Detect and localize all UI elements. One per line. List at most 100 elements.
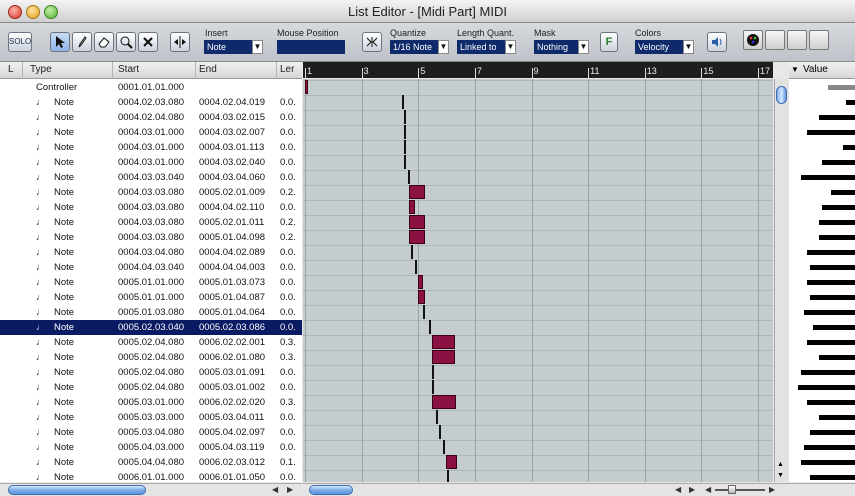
note-event[interactable] (408, 170, 411, 184)
list-row[interactable]: ♩ Note 0004.03.03.080 0005.01.04.098 0.2. (0, 230, 302, 245)
colors-dropdown-arrow[interactable]: ▼ (683, 40, 694, 54)
list-row[interactable]: ♩ Note 0005.03.03.000 0005.03.04.011 0.0. (0, 410, 302, 425)
zoom-tool-button[interactable] (116, 32, 136, 52)
display-horizontal-scroll-thumb[interactable] (309, 485, 353, 495)
value-bar[interactable] (822, 205, 855, 210)
note-event[interactable] (438, 425, 441, 439)
column-header-end[interactable]: End (199, 62, 217, 78)
toolbar-blank-button-1[interactable] (765, 30, 785, 50)
pencil-tool-button[interactable] (72, 32, 92, 52)
vertical-scroll-thumb[interactable] (776, 86, 787, 104)
list-row[interactable]: ♩ Note 0005.01.01.000 0005.01.04.087 0.0. (0, 290, 302, 305)
value-bar[interactable] (846, 100, 855, 105)
list-row[interactable]: ♩ Note 0005.02.03.040 0005.02.03.086 0.0. (0, 320, 302, 335)
note-event[interactable] (431, 380, 434, 394)
list-row[interactable]: ♩ Note 0004.03.01.000 0004.03.02.040 0.0. (0, 155, 302, 170)
toolbar-blank-button-2[interactable] (787, 30, 807, 50)
note-event[interactable] (408, 230, 425, 244)
note-event[interactable] (408, 215, 426, 229)
display-scroll-right-arrow[interactable]: ▶ (689, 485, 695, 494)
note-event[interactable] (404, 125, 407, 139)
value-bar[interactable] (810, 430, 855, 435)
eraser-tool-button[interactable] (94, 32, 114, 52)
value-bar[interactable] (804, 445, 855, 450)
column-header-type[interactable]: Type (30, 62, 52, 78)
toolbar-blank-button-3[interactable] (809, 30, 829, 50)
note-event[interactable] (403, 110, 406, 124)
display-scroll-left-arrow[interactable]: ◀ (675, 485, 681, 494)
value-bar[interactable] (822, 160, 855, 165)
note-event[interactable] (404, 140, 407, 154)
color-palette-button[interactable] (743, 30, 763, 50)
display-horizontal-scrollbar[interactable]: ◀ ▶ ◀ ▶ (303, 483, 855, 496)
value-bar[interactable] (819, 415, 855, 420)
value-bar[interactable] (807, 280, 855, 285)
list-row[interactable]: ♩ Note 0004.02.04.080 0004.03.02.015 0.0. (0, 110, 302, 125)
note-event[interactable] (429, 320, 432, 334)
solo-button[interactable]: SOLO (8, 32, 32, 52)
zoom-slider-thumb[interactable] (728, 485, 736, 494)
list-row[interactable]: ♩ Note 0004.03.01.000 0004.03.02.007 0.0. (0, 125, 302, 140)
note-event[interactable] (422, 305, 425, 319)
event-list[interactable]: Controller 0001.01.01.000 ♩ Note 0004.02.03.… (0, 79, 302, 482)
delete-tool-button[interactable] (138, 32, 158, 52)
list-row[interactable]: ♩ Note 0004.03.03.080 0004.04.02.110 0.0. (0, 200, 302, 215)
note-event[interactable] (443, 440, 446, 454)
list-row[interactable]: ♩ Note 0004.03.04.080 0004.04.02.089 0.0. (0, 245, 302, 260)
list-horizontal-scroll-thumb[interactable] (8, 485, 146, 495)
list-row[interactable]: ♩ Note 0004.03.03.040 0004.03.04.060 0.0. (0, 170, 302, 185)
list-row[interactable]: ♩ Note 0005.01.03.080 0005.01.04.064 0.0. (0, 305, 302, 320)
value-column[interactable] (789, 79, 855, 482)
value-bar[interactable] (828, 85, 855, 90)
list-row[interactable]: ♩ Note 0005.02.04.080 0006.02.01.080 0.3. (0, 350, 302, 365)
autoscroll-button[interactable] (170, 32, 190, 52)
list-row[interactable]: ♩ Note 0004.03.03.080 0005.02.01.009 0.2. (0, 185, 302, 200)
value-bar[interactable] (813, 325, 855, 330)
value-bar[interactable] (807, 400, 855, 405)
note-event[interactable] (431, 350, 455, 364)
value-bar[interactable] (807, 130, 855, 135)
scroll-up-arrow[interactable]: ▲ (777, 461, 784, 468)
note-event[interactable] (404, 155, 407, 169)
list-row[interactable]: ♩ Note 0004.02.03.080 0004.02.04.019 0.0. (0, 95, 302, 110)
list-row[interactable]: ♩ Note 0005.04.03.000 0005.04.03.119 0.0. (0, 440, 302, 455)
value-bar[interactable] (810, 295, 855, 300)
quantize-snap-button[interactable] (362, 32, 382, 52)
event-display[interactable] (303, 79, 773, 482)
value-bar[interactable] (810, 265, 855, 270)
list-row[interactable]: ♩ Note 0005.02.04.080 0005.03.01.002 0.0. (0, 380, 302, 395)
note-event[interactable] (401, 95, 404, 109)
note-event[interactable] (432, 395, 456, 409)
note-event[interactable] (305, 80, 308, 94)
vertical-scrollbar[interactable]: ▲ ▼ (774, 79, 789, 482)
zoom-slider-track[interactable] (715, 489, 765, 491)
note-event[interactable] (410, 245, 413, 259)
value-bar[interactable] (819, 235, 855, 240)
value-bar[interactable] (801, 460, 855, 465)
value-bar[interactable] (804, 310, 855, 315)
insert-select[interactable]: Note (204, 40, 252, 54)
quantize-dropdown-arrow[interactable]: ▼ (438, 40, 449, 54)
value-bar[interactable] (807, 340, 855, 345)
list-scroll-right-arrow[interactable]: ▶ (287, 485, 293, 494)
list-row[interactable]: Controller 0001.01.01.000 (0, 80, 302, 95)
list-row[interactable]: ♩ Note 0005.03.01.000 0006.02.02.020 0.3. (0, 395, 302, 410)
value-bar[interactable] (807, 250, 855, 255)
quantize-select[interactable]: 1/16 Note (390, 40, 438, 54)
value-bar[interactable] (819, 355, 855, 360)
note-event[interactable] (418, 275, 423, 289)
value-bar[interactable] (819, 115, 855, 120)
note-event[interactable] (415, 260, 418, 274)
length-quant-select[interactable]: Linked to (457, 40, 505, 54)
list-scroll-left-arrow[interactable]: ◀ (272, 485, 278, 494)
list-row[interactable]: ♩ Note 0004.03.01.000 0004.03.01.113 0.0. (0, 140, 302, 155)
note-event[interactable] (431, 365, 434, 379)
list-row[interactable]: ♩ Note 0005.03.04.080 0005.04.02.097 0.0. (0, 425, 302, 440)
value-bar[interactable] (801, 370, 855, 375)
zoom-in-arrow[interactable]: ▶ (769, 485, 775, 494)
insert-dropdown-arrow[interactable]: ▼ (252, 40, 263, 54)
column-header-length[interactable]: Ler (280, 62, 294, 78)
value-bar[interactable] (819, 220, 855, 225)
value-bar[interactable] (801, 175, 855, 180)
mask-dropdown-arrow[interactable]: ▼ (578, 40, 589, 54)
